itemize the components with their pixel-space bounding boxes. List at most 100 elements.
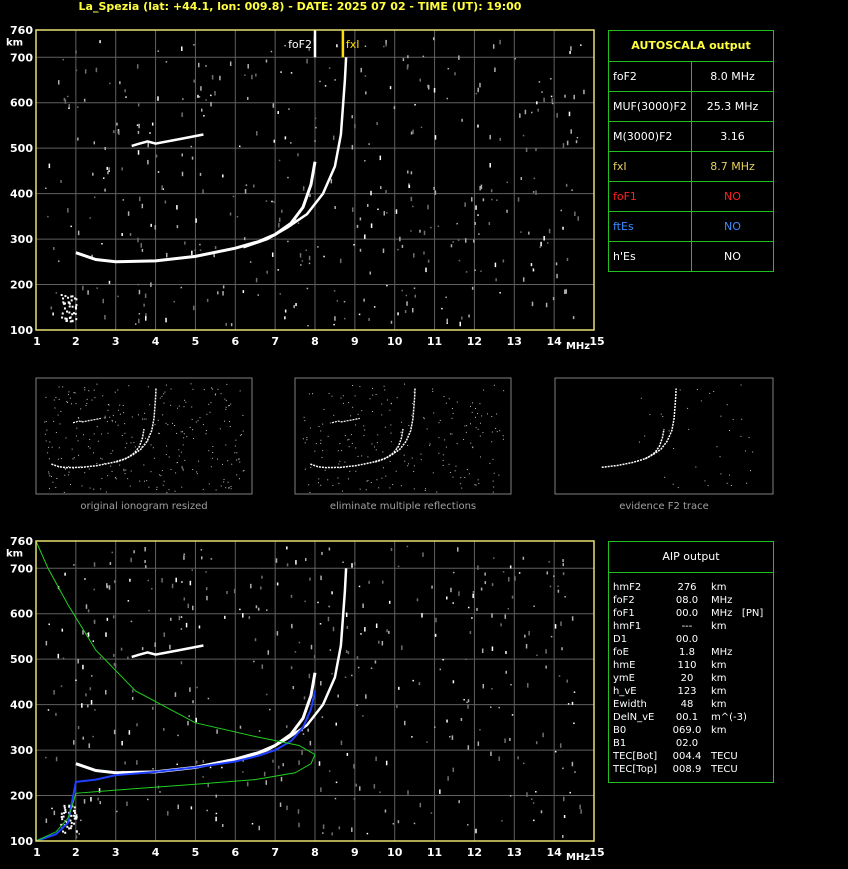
noise-point [414,103,416,106]
noise-point [180,628,183,630]
noise-point [458,55,460,60]
noise-point [246,96,249,100]
noise-point [331,832,333,836]
thumb-noise [178,405,180,407]
thumb-noise [65,437,67,439]
thumb-noise [700,400,702,402]
autoscala-key: ftEs [609,212,692,241]
thumb-noise [206,413,208,415]
thumb-noise [176,432,178,434]
noise-point [386,212,388,214]
thumb-noise [426,428,428,430]
noise-point [254,638,257,642]
noise-point [192,605,194,611]
thumb-noise [110,452,112,454]
noise-point [334,797,337,800]
thumb-noise [719,456,721,458]
noise-point [469,631,472,635]
noise-point [309,577,311,581]
thumb-noise [219,428,221,430]
noise-point [261,575,263,579]
thumb-noise [154,424,156,426]
noise-point [576,136,579,139]
thumb-noise [350,415,352,417]
noise-point [446,318,449,324]
thumb-noise [732,419,734,421]
noise-point [365,91,367,95]
noise-point [136,760,138,765]
noise-point [358,585,361,588]
noise-point [265,59,268,63]
thumb-noise [425,488,427,490]
noise-point [562,767,564,770]
noise-point [215,812,218,815]
noise-point [322,824,325,829]
thumb-noise [664,476,666,478]
y-tick-label: 400 [10,188,33,201]
thumb-noise [395,470,397,472]
noise-point [288,108,290,110]
noise-point [273,201,275,203]
thumb-noise [73,457,75,459]
noise-point [47,709,50,711]
thumb-noise [180,451,182,453]
noise-point [522,134,525,137]
noise-point [474,221,476,225]
noise-point [82,664,84,670]
noise-point [412,129,414,135]
e-region-point [70,821,73,824]
noise-point [524,109,527,115]
noise-point [52,312,54,316]
thumb-noise [236,459,238,461]
thumb-noise [413,488,415,490]
thumb-noise [182,444,184,446]
thumb-noise [211,457,213,459]
aip-row: DelN_vE 00.1 m^(-3) [609,711,773,724]
noise-point [305,249,307,252]
thumb-noise [114,391,116,393]
noise-point [476,607,478,611]
thumb-noise [320,484,322,486]
thumb-noise [58,398,60,400]
noise-point [127,211,130,216]
thumb-noise [186,436,188,438]
noise-point [116,122,118,126]
noise-point [258,825,261,831]
noise-point [505,650,507,654]
thumb-noise [89,439,91,441]
noise-point [89,217,91,219]
thumb-noise [166,492,168,494]
thumb-noise [145,418,147,420]
thumb-noise [371,410,373,412]
thumb-noise [329,422,331,424]
aip-key: foE [613,647,629,658]
e-region-point [75,318,78,321]
noise-point [491,198,493,201]
thumb-noise [432,472,434,474]
thumb-noise [451,433,453,435]
thumb-noise [383,385,385,387]
noise-point [242,613,244,618]
thumb-noise [450,433,452,435]
noise-point [399,236,401,242]
thumb-noise [183,406,185,408]
thumb-noise [445,402,447,404]
noise-point [463,698,465,701]
thumb-noise [318,482,320,484]
thumb-noise [225,487,227,489]
thumb-noise [349,470,351,472]
noise-point [173,300,175,303]
noise-point [422,552,424,557]
thumb-noise [423,417,425,419]
noise-point [324,85,327,87]
noise-point [545,302,548,308]
noise-point [473,239,475,243]
thumb-noise [110,465,112,467]
noise-point [170,617,172,621]
noise-point [383,45,385,48]
noise-point [552,297,555,301]
thumbnail-eliminate [294,377,512,495]
noise-point [557,585,559,588]
thumb-noise [687,407,689,409]
noise-point [559,743,562,748]
